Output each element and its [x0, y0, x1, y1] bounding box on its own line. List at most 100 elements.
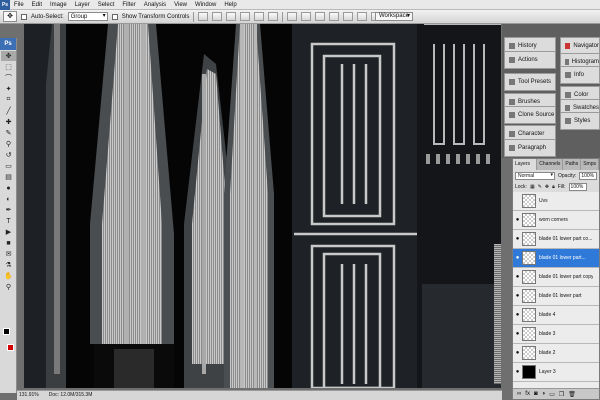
healing-brush-icon[interactable]: ✚: [1, 117, 16, 127]
layer-row-selected[interactable]: ● blade 01 lower part...: [513, 249, 599, 268]
clone-stamp-icon[interactable]: ⚲: [1, 139, 16, 149]
distribute-left-icon[interactable]: [329, 12, 340, 21]
path-selection-icon[interactable]: ▶: [1, 227, 16, 237]
lock-brush-icon[interactable]: ✎: [538, 184, 542, 190]
eye-icon[interactable]: ●: [513, 236, 522, 242]
delete-layer-icon[interactable]: 🗑︎: [568, 391, 576, 398]
blur-tool-icon[interactable]: ●: [1, 183, 16, 193]
eye-icon[interactable]: ●: [513, 274, 522, 280]
eye-icon[interactable]: ●: [513, 255, 522, 261]
type-tool-icon[interactable]: T: [1, 216, 16, 226]
paragraph-panel-button[interactable]: Paragraph: [504, 139, 556, 157]
eraser-tool-icon[interactable]: ▭: [1, 161, 16, 171]
brush-tool-icon[interactable]: ✎: [1, 128, 16, 138]
layer-mask-icon[interactable]: ◙: [534, 391, 538, 397]
background-color-swatch[interactable]: [7, 344, 14, 351]
actions-panel-button[interactable]: Actions: [504, 51, 556, 69]
layer-row[interactable]: ● blade 4: [513, 306, 599, 325]
notes-tool-icon[interactable]: ✉: [1, 249, 16, 259]
marquee-tool-icon[interactable]: ⬚: [1, 62, 16, 72]
shape-tool-icon[interactable]: ■: [1, 238, 16, 248]
distribute-vcenter-icon[interactable]: [301, 12, 312, 21]
adjustment-layer-icon[interactable]: ◑: [542, 391, 546, 397]
menu-analysis[interactable]: Analysis: [140, 0, 170, 10]
eye-icon[interactable]: ●: [513, 293, 522, 299]
tab-channels[interactable]: Channels: [537, 159, 564, 170]
clone-source-panel-button[interactable]: Clone Source: [504, 106, 556, 124]
styles-panel-button[interactable]: Styles: [560, 112, 600, 130]
distribute-right-icon[interactable]: [357, 12, 368, 21]
slice-tool-icon[interactable]: ╱: [1, 106, 16, 116]
layers-footer: ∞ fx ◙ ◑ ▭ ❐ 🗑︎: [513, 388, 599, 399]
dodge-tool-icon[interactable]: ◐: [1, 194, 16, 204]
auto-select-dropdown[interactable]: Group: [67, 12, 108, 21]
pen-tool-icon[interactable]: ✒: [1, 205, 16, 215]
menu-help[interactable]: Help: [220, 0, 240, 10]
layer-row[interactable]: Uvs: [513, 192, 599, 211]
layer-row[interactable]: ● Layer 3: [513, 363, 599, 382]
move-tool-icon[interactable]: ✥: [1, 51, 16, 61]
menu-view[interactable]: View: [170, 0, 191, 10]
align-bottom-icon[interactable]: [226, 12, 237, 21]
toolbox-badge: Ps: [0, 38, 16, 50]
menu-filter[interactable]: Filter: [118, 0, 139, 10]
gradient-tool-icon[interactable]: ▤: [1, 172, 16, 182]
menu-select[interactable]: Select: [94, 0, 119, 10]
align-right-icon[interactable]: [268, 12, 279, 21]
magic-wand-icon[interactable]: ✦: [1, 84, 16, 94]
fill-input[interactable]: 100%: [568, 182, 587, 191]
new-layer-icon[interactable]: ❐: [559, 391, 564, 398]
move-tool-preset-icon[interactable]: ✥: [3, 11, 17, 22]
info-panel-button[interactable]: Info: [560, 66, 600, 84]
distribute-hcenter-icon[interactable]: [343, 12, 354, 21]
foreground-color-swatch[interactable]: [3, 328, 10, 335]
blend-mode-dropdown[interactable]: Normal: [515, 171, 555, 180]
menu-file[interactable]: File: [10, 0, 28, 10]
lock-transparent-icon[interactable]: ▦: [530, 184, 535, 190]
tool-presets-panel-button[interactable]: Tool Presets: [504, 73, 556, 91]
eye-icon[interactable]: ●: [513, 217, 522, 223]
eye-icon[interactable]: ●: [513, 369, 522, 375]
layer-style-icon[interactable]: fx: [525, 391, 530, 397]
layer-row[interactable]: ● blade 01 lower part: [513, 287, 599, 306]
layer-row[interactable]: ● blade 2: [513, 344, 599, 363]
new-group-icon[interactable]: ▭: [549, 391, 555, 398]
show-transform-checkbox[interactable]: [111, 13, 118, 20]
lock-move-icon[interactable]: ✥: [545, 184, 549, 190]
align-hcenter-icon[interactable]: [254, 12, 265, 21]
workspace-dropdown[interactable]: Workspace: [375, 12, 413, 21]
layer-row[interactable]: ● worn corners: [513, 211, 599, 230]
opacity-input[interactable]: 100%: [579, 171, 598, 180]
lock-all-icon[interactable]: 🔒︎: [552, 184, 555, 190]
eye-icon[interactable]: ●: [513, 312, 522, 318]
menu-edit[interactable]: Edit: [28, 0, 46, 10]
menu-layer[interactable]: Layer: [71, 0, 94, 10]
menu-image[interactable]: Image: [46, 0, 71, 10]
tab-paths[interactable]: Paths: [563, 159, 582, 170]
layer-row[interactable]: ● blade 01 lower part copy: [513, 268, 599, 287]
eye-icon[interactable]: ●: [513, 350, 522, 356]
auto-select-checkbox[interactable]: [21, 13, 27, 20]
align-vcenter-icon[interactable]: [212, 12, 223, 21]
history-brush-icon[interactable]: ↺: [1, 150, 16, 160]
zoom-level[interactable]: 131.91%: [19, 391, 39, 400]
crop-tool-icon[interactable]: ⌗: [1, 95, 16, 105]
divider: [193, 11, 195, 22]
document-canvas[interactable]: [24, 24, 501, 388]
menu-window[interactable]: Window: [191, 0, 220, 10]
eyedropper-tool-icon[interactable]: ⚗: [1, 260, 16, 270]
link-layers-icon[interactable]: ∞: [517, 391, 521, 397]
paragraph-label: Paragraph: [518, 145, 547, 151]
align-top-icon[interactable]: [198, 12, 209, 21]
tab-layers[interactable]: Layers ×: [513, 159, 538, 178]
layer-row[interactable]: ● blade 01 lower part co...: [513, 230, 599, 249]
zoom-tool-icon[interactable]: ⚲: [1, 282, 16, 292]
align-left-icon[interactable]: [240, 12, 251, 21]
lasso-tool-icon[interactable]: ⌒: [1, 73, 16, 83]
eye-icon[interactable]: ●: [513, 331, 522, 337]
distribute-top-icon[interactable]: [287, 12, 298, 21]
hand-tool-icon[interactable]: ✋: [1, 271, 16, 281]
tab-smps[interactable]: Smps: [581, 159, 599, 170]
distribute-bottom-icon[interactable]: [315, 12, 326, 21]
layer-row[interactable]: ● blade 3: [513, 325, 599, 344]
